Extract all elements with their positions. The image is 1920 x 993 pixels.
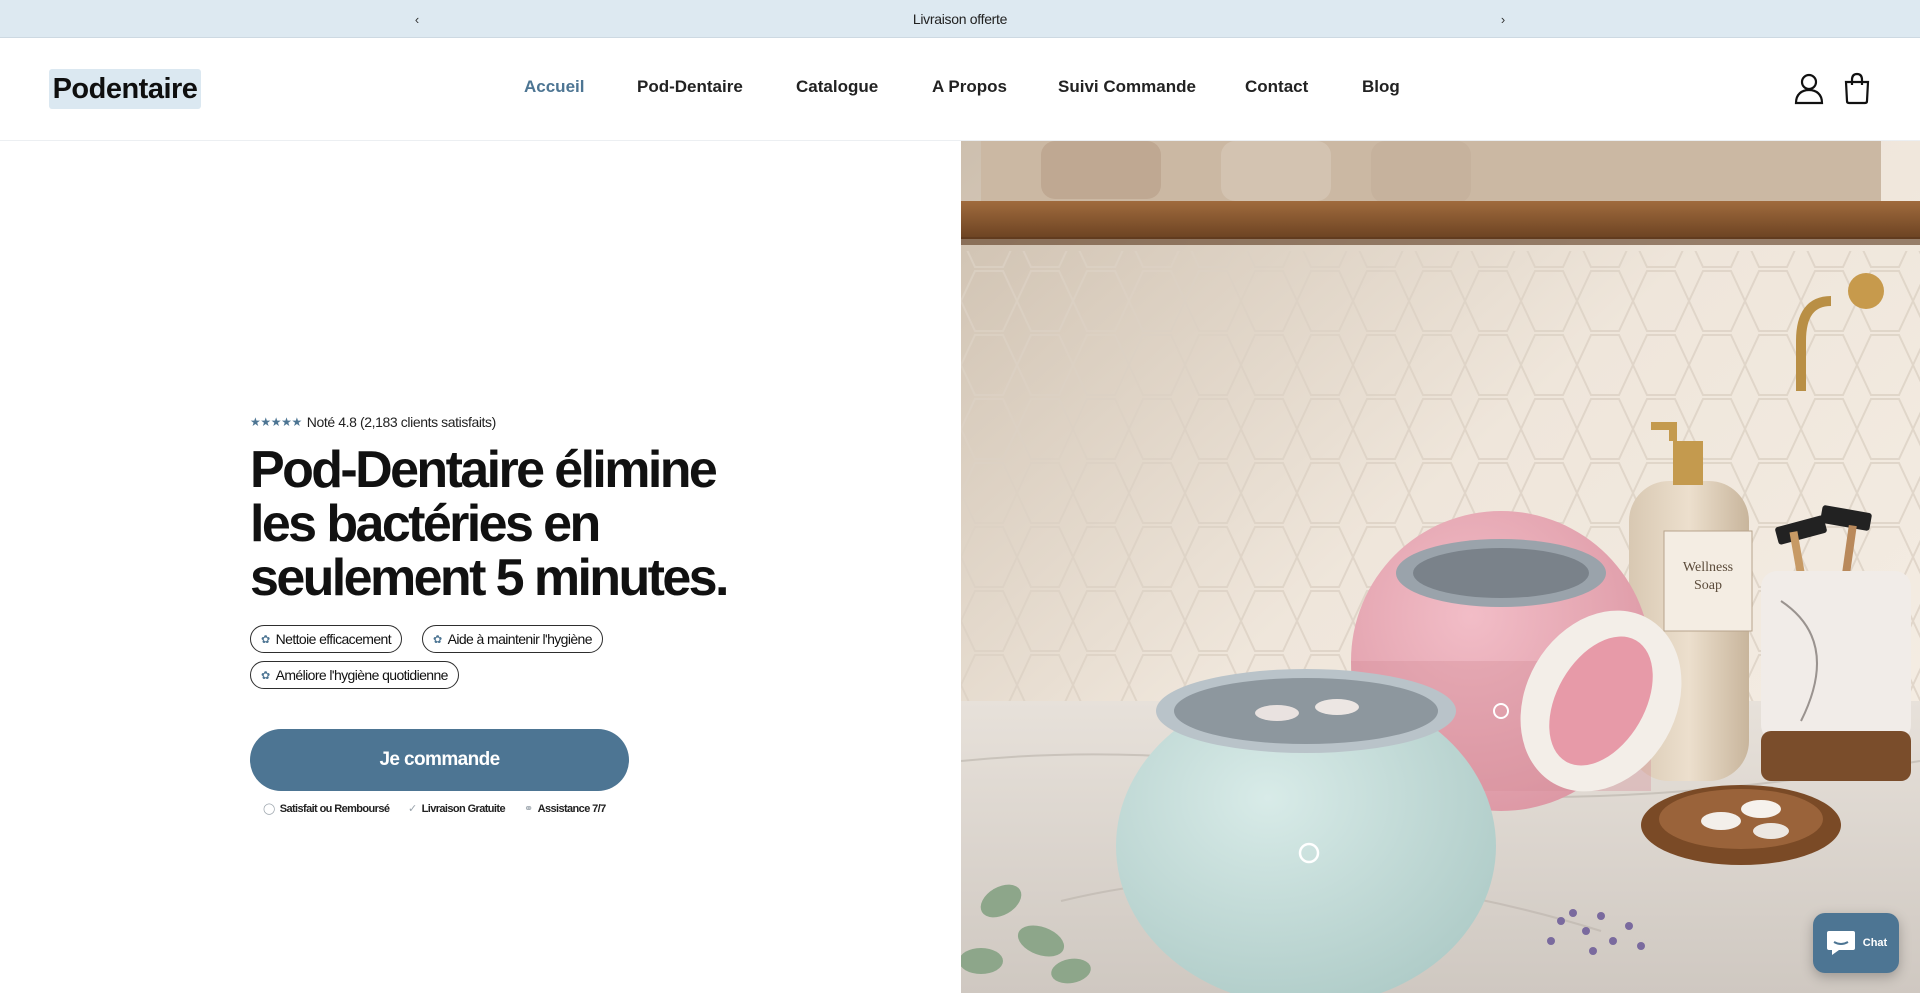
chat-bubble-icon (1826, 931, 1855, 955)
trust-label: Livraison Gratuite (421, 802, 506, 815)
nav-item-blog[interactable]: Blog (1362, 77, 1400, 97)
announcement-bar: ‹ Livraison offerte › (0, 0, 1920, 38)
feature-pill: ✿ Nettoie efficacement (250, 625, 402, 653)
gear-icon: ✿ (261, 669, 270, 682)
feature-label: Nettoie efficacement (275, 631, 392, 647)
soap-label-line1: Wellness (1683, 560, 1733, 575)
nav-item-accueil[interactable]: Accueil (524, 77, 584, 97)
trust-item: ⚭ Assistance 7/7 (524, 802, 607, 816)
nav-item-catalogue[interactable]: Catalogue (796, 77, 878, 97)
hero-headline: Pod-Dentaire élimine les bactéries en se… (250, 441, 729, 607)
nav-item-pod-dentaire[interactable]: Pod-Dentaire (637, 77, 743, 97)
chat-label: Chat (1862, 937, 1888, 949)
announcement-text: Livraison offerte (912, 10, 1008, 27)
feature-label: Aide à maintenir l'hygiène (447, 631, 593, 647)
trust-item: ✓ Livraison Gratuite (408, 802, 506, 816)
nav-item-a-propos[interactable]: A Propos (932, 77, 1007, 97)
chat-widget-button[interactable]: Chat (1813, 913, 1899, 973)
gear-icon: ✿ (433, 633, 442, 646)
site-header: Podentaire Accueil Pod-Dentaire Catalogu… (0, 38, 1920, 141)
feature-pill: ✿ Aide à maintenir l'hygiène (422, 625, 603, 653)
rating-text: Noté 4.8 (2,183 clients satisfaits) (306, 414, 497, 430)
rating: ★ ★ ★ ★ ★ Noté 4.8 (2,183 clients satisfaits… (250, 414, 496, 430)
star-rating-icons: ★ ★ ★ ★ ★ (250, 415, 302, 429)
order-button[interactable]: Je commande (250, 729, 629, 791)
chevron-left-icon[interactable]: ‹ (407, 9, 427, 29)
feature-pill: ✿ Améliore l'hygiène quotidienne (250, 661, 459, 689)
headset-icon: ⚭ (524, 803, 533, 815)
trust-label: Satisfait ou Remboursé (279, 802, 390, 815)
shopping-bag-icon[interactable] (1840, 71, 1874, 105)
gear-icon: ✿ (261, 633, 270, 646)
nav-item-contact[interactable]: Contact (1245, 77, 1308, 97)
user-icon[interactable] (1792, 71, 1826, 105)
trust-item: ◯ Satisfait ou Remboursé (263, 802, 390, 816)
hero-product-image: Wellness Soap (961, 141, 1920, 993)
check-icon: ✓ (408, 803, 417, 815)
shield-icon: ◯ (263, 803, 275, 815)
trust-label: Assistance 7/7 (537, 802, 607, 815)
soap-label-line2: Soap (1694, 578, 1722, 593)
chevron-right-icon[interactable]: › (1493, 9, 1513, 29)
main-nav: Accueil Pod-Dentaire Catalogue A Propos … (0, 38, 1920, 141)
hero-text-panel: ★ ★ ★ ★ ★ Noté 4.8 (2,183 clients satisfaits… (0, 141, 961, 993)
nav-item-suivi-commande[interactable]: Suivi Commande (1058, 77, 1196, 97)
feature-label: Améliore l'hygiène quotidienne (275, 667, 449, 683)
